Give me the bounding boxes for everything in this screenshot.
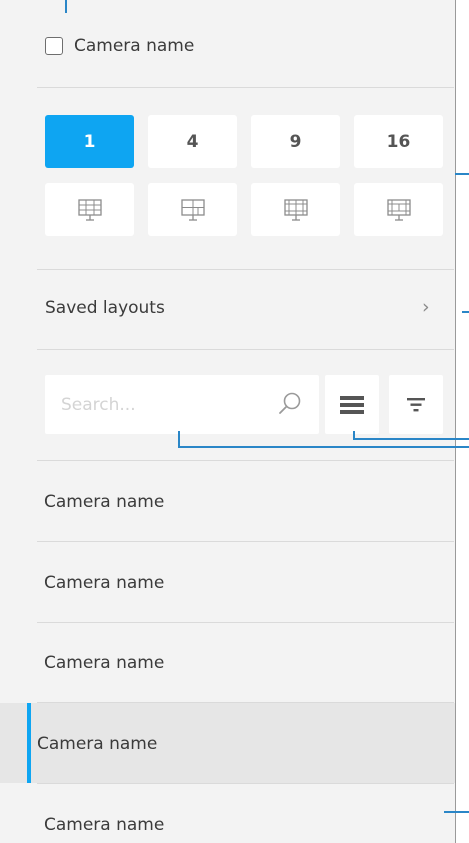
chevron-right-icon: › <box>422 296 430 318</box>
camera-list-item[interactable]: Camera name <box>0 461 455 542</box>
search-icon[interactable] <box>277 391 303 417</box>
list-view-button[interactable] <box>325 375 379 434</box>
select-all-camera-checkbox[interactable]: Camera name <box>45 36 194 56</box>
grid-4-button[interactable]: 4 <box>148 115 237 168</box>
layout-16-icon <box>386 198 411 221</box>
camera-name: Camera name <box>44 573 165 593</box>
search-box <box>45 375 319 434</box>
layout-9-button[interactable] <box>251 183 340 236</box>
divider <box>37 349 454 350</box>
layout-16-button[interactable] <box>354 183 443 236</box>
selection-indicator <box>27 703 31 783</box>
divider <box>37 87 454 88</box>
camera-list-item[interactable]: Camera name <box>0 622 455 703</box>
camera-list-item[interactable]: Camera name <box>0 784 455 843</box>
camera-name: Camera name <box>37 734 158 754</box>
list-view-icon <box>340 395 364 414</box>
grid-16-button[interactable]: 16 <box>354 115 443 168</box>
callout-line <box>444 811 469 813</box>
callout-line <box>462 311 469 313</box>
camera-list-item-selected[interactable]: Camera name <box>0 703 455 784</box>
layout-4-button[interactable] <box>148 183 237 236</box>
grid-1-button[interactable]: 1 <box>45 115 134 168</box>
callout-line <box>178 446 469 448</box>
filter-button[interactable] <box>389 375 443 434</box>
camera-name: Camera name <box>44 653 165 673</box>
filter-icon <box>407 397 425 411</box>
layout-1-button[interactable] <box>45 183 134 236</box>
callout-line <box>455 173 469 175</box>
select-all-label: Camera name <box>74 36 195 56</box>
layout-4-icon <box>180 198 205 221</box>
camera-name: Camera name <box>44 492 165 512</box>
callout-line <box>353 438 469 440</box>
search-input[interactable] <box>45 375 265 434</box>
camera-list-item[interactable]: Camera name <box>0 542 455 623</box>
layout-9-icon <box>283 198 308 221</box>
camera-panel: Camera name 1 4 9 16 Saved layouts › Sea… <box>0 0 456 843</box>
saved-layouts-row[interactable]: Saved layouts › <box>0 270 455 349</box>
callout-line <box>65 0 67 13</box>
checkbox[interactable] <box>45 37 63 55</box>
saved-layouts-label: Saved layouts <box>45 298 165 318</box>
grid-9-button[interactable]: 9 <box>251 115 340 168</box>
layout-1-icon <box>77 198 102 221</box>
camera-name: Camera name <box>44 815 165 835</box>
